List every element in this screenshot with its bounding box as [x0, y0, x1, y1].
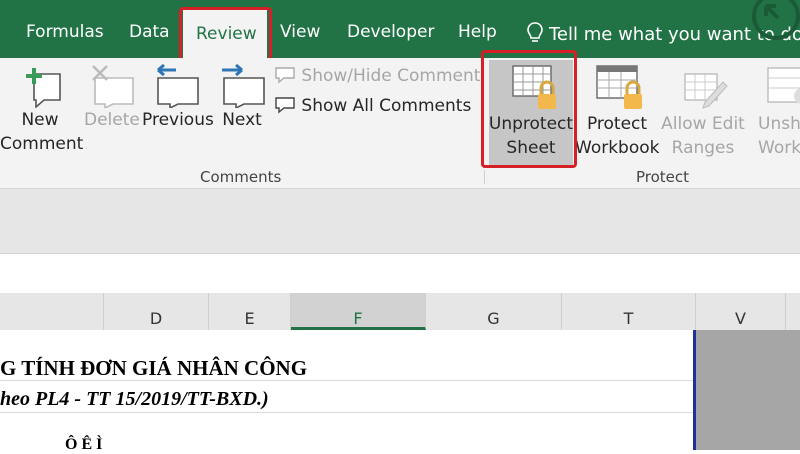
column-header-row: D E F G T V: [0, 293, 800, 331]
unshare-workbook-label-1: Unsha: [758, 114, 800, 134]
new-comment-label-2: Comment: [0, 134, 84, 154]
show-hide-comment-icon: [275, 67, 295, 84]
toolbar-gap: [0, 189, 800, 253]
unshare-workbook-label-2: Workb: [758, 138, 800, 158]
next-label: Next: [222, 110, 262, 130]
allow-edit-ranges-label-2: Ranges: [671, 138, 735, 158]
unshare-workbook-button[interactable]: Unsha Workb: [752, 64, 800, 160]
allow-edit-ranges-icon: [684, 73, 728, 109]
review-tab-highlight: [179, 7, 272, 64]
allow-edit-ranges-label-1: Allow Edit: [661, 114, 745, 134]
group-label-comments: Comments: [200, 168, 282, 186]
hidden-area: [696, 330, 800, 450]
column-header-f[interactable]: F: [291, 293, 426, 330]
unprotect-sheet-highlight: [481, 50, 577, 168]
tab-view[interactable]: View: [280, 22, 320, 42]
tab-data[interactable]: Data: [129, 22, 170, 42]
previous-comment-icon: [157, 64, 199, 108]
sheet-subtitle-cell[interactable]: heo PL4 - TT 15/2019/TT-BXD.): [0, 388, 269, 411]
allow-edit-ranges-button[interactable]: Allow Edit Ranges: [661, 64, 745, 160]
share-icon[interactable]: [748, 0, 800, 42]
column-header-t[interactable]: T: [562, 293, 696, 330]
protect-workbook-button[interactable]: Protect Workbook: [575, 64, 660, 160]
lightbulb-icon: [527, 22, 543, 42]
column-header-blank[interactable]: [0, 293, 104, 330]
ribbon-tab-bar: Formulas Data Review View Developer Help…: [0, 0, 800, 58]
next-comment-button[interactable]: Next: [214, 64, 270, 132]
sheet-title-cell[interactable]: G TÍNH ĐƠN GIÁ NHÂN CÔNG: [0, 356, 307, 381]
column-header-next[interactable]: [786, 293, 800, 330]
show-hide-comment-label: Show/Hide Comment: [301, 66, 481, 86]
group-label-protect: Protect: [636, 168, 690, 186]
delete-comment-icon: [92, 65, 134, 108]
sheet-partial-cell[interactable]: Ô Ê Ì: [65, 436, 102, 454]
delete-comment-button[interactable]: Delete: [84, 64, 140, 132]
show-all-comments-button[interactable]: Show All Comments: [274, 96, 471, 116]
tab-help[interactable]: Help: [458, 22, 497, 42]
new-comment-button[interactable]: New Comment: [0, 64, 84, 156]
column-header-e[interactable]: E: [209, 293, 291, 330]
protect-workbook-label-2: Workbook: [575, 138, 660, 158]
previous-label: Previous: [142, 110, 214, 130]
delete-label: Delete: [84, 110, 140, 130]
next-comment-icon: [222, 64, 265, 108]
column-header-g[interactable]: G: [426, 293, 562, 330]
group-separator: [484, 170, 485, 184]
show-all-comments-icon: [275, 97, 295, 114]
unshare-workbook-icon: [767, 67, 800, 104]
row-divider: [0, 412, 696, 413]
show-all-comments-label: Show All Comments: [301, 96, 472, 116]
tab-developer[interactable]: Developer: [347, 22, 434, 42]
ribbon-panel: New Comment Delete Previous Next Show/Hi…: [0, 58, 800, 189]
show-hide-comment-button[interactable]: Show/Hide Comment: [274, 66, 480, 86]
formula-bar[interactable]: [0, 253, 800, 295]
column-header-d[interactable]: D: [104, 293, 209, 330]
previous-comment-button[interactable]: Previous: [142, 64, 214, 132]
new-comment-icon: [26, 68, 61, 108]
column-header-v[interactable]: V: [696, 293, 786, 330]
tab-formulas[interactable]: Formulas: [26, 22, 104, 42]
protect-workbook-icon: [596, 65, 642, 109]
new-comment-label-1: New: [21, 110, 59, 130]
protect-workbook-label-1: Protect: [586, 114, 648, 134]
